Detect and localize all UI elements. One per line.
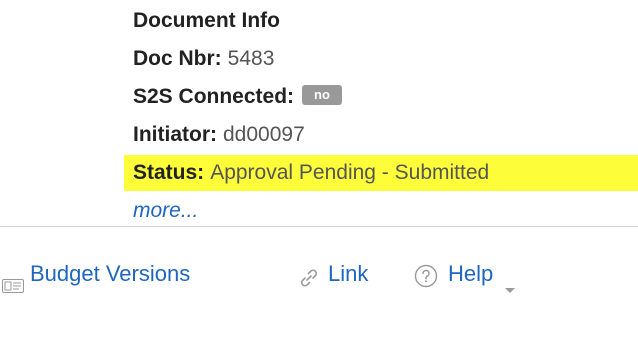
initiator-label: Initiator:	[133, 123, 217, 146]
link-icon	[298, 262, 320, 287]
divider	[0, 226, 638, 227]
document-info-title: Document Info	[133, 9, 280, 32]
link-label: Link	[328, 261, 369, 286]
chevron-down-icon	[503, 268, 517, 294]
more-row: more...	[133, 192, 638, 230]
s2s-connected-row: S2S Connected: no	[133, 78, 638, 116]
more-link[interactable]: more...	[133, 199, 198, 222]
s2s-connected-badge: no	[302, 85, 342, 106]
document-info-section: Document Info Doc Nbr: 5483 S2S Connected…	[124, 2, 638, 230]
budget-versions-icon	[2, 266, 24, 294]
status-value: Approval Pending - Submitted	[210, 161, 490, 184]
document-panel: Document Info Doc Nbr: 5483 S2S Connected…	[0, 0, 638, 339]
budget-versions-button[interactable]: Budget Versions	[2, 254, 190, 294]
doc-nbr-row: Doc Nbr: 5483	[133, 40, 638, 78]
status-row: Status: Approval Pending - Submitted	[124, 154, 638, 192]
help-icon	[414, 261, 438, 288]
doc-nbr-value: 5483	[227, 47, 275, 70]
help-label: Help	[448, 261, 494, 286]
initiator-value: dd00097	[223, 123, 305, 146]
help-dropdown[interactable]: Help	[414, 254, 517, 294]
doc-nbr-label: Doc Nbr:	[133, 47, 222, 70]
status-label: Status:	[133, 161, 205, 184]
initiator-row: Initiator: dd00097	[133, 116, 638, 154]
link-button[interactable]: Link	[298, 254, 368, 294]
budget-versions-label: Budget Versions	[30, 261, 191, 286]
s2s-connected-label: S2S Connected:	[133, 85, 295, 108]
